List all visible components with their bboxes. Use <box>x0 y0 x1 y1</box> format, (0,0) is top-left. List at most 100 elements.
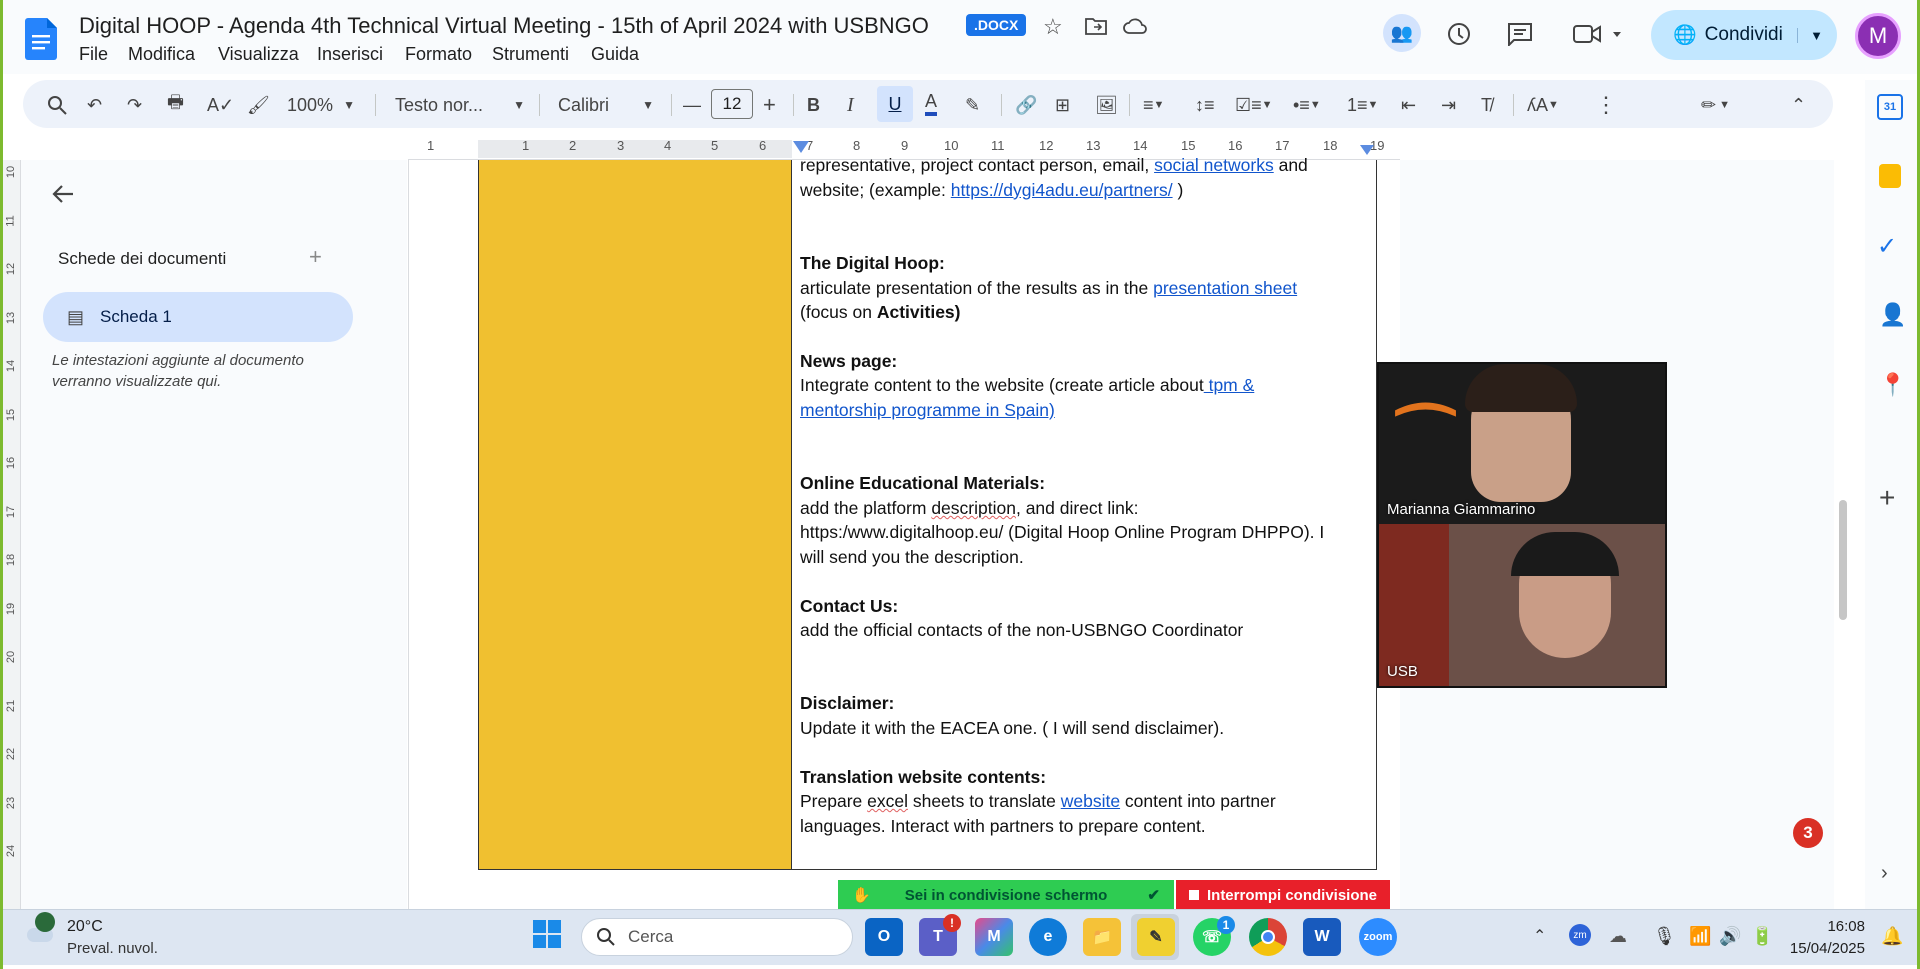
file-explorer-icon[interactable]: 📁 <box>1083 918 1121 956</box>
font-select[interactable]: Calibri ▼ <box>558 90 654 120</box>
print-icon[interactable]: 🖶 <box>167 90 184 120</box>
add-addon-icon[interactable]: + <box>1879 482 1895 514</box>
back-arrow-icon[interactable] <box>51 182 75 206</box>
italic-icon[interactable]: I <box>847 90 854 120</box>
underline-icon[interactable]: U <box>877 86 913 122</box>
wifi-icon[interactable]: 📶 <box>1689 926 1711 947</box>
m365-icon[interactable]: M <box>975 918 1013 956</box>
onedrive-icon[interactable]: ☁ <box>1609 926 1627 947</box>
keep-icon[interactable] <box>1879 164 1901 188</box>
comments-icon[interactable] <box>1507 22 1533 46</box>
sticky-notes-icon[interactable]: ✎ <box>1137 918 1175 956</box>
battery-icon[interactable]: 🔋 <box>1751 926 1773 947</box>
zoom-icon[interactable]: zoom <box>1359 918 1397 956</box>
word-icon[interactable]: W <box>1303 918 1341 956</box>
windows-start-icon[interactable] <box>533 920 561 948</box>
tasks-icon[interactable]: ✓ <box>1877 232 1897 261</box>
share-button[interactable]: 🌐 Condividi ▼ <box>1651 10 1837 60</box>
menu-modifica[interactable]: Modifica <box>128 44 195 65</box>
website-link[interactable]: website <box>1061 791 1120 811</box>
bold-icon[interactable]: B <box>807 90 820 120</box>
editing-mode-icon[interactable]: ✏ ▼ <box>1701 90 1730 120</box>
notifications-bell-icon[interactable]: 🔔 <box>1881 926 1903 947</box>
zoom-select[interactable]: 100% ▼ <box>287 90 355 120</box>
clock-time[interactable]: 16:08 <box>1801 918 1865 935</box>
taskbar-search[interactable]: Cerca <box>581 918 853 956</box>
font-size-input[interactable]: 12 <box>711 89 753 119</box>
line-spacing-icon[interactable]: ↕≡ <box>1195 90 1215 120</box>
expand-panel-icon[interactable]: › <box>1881 862 1888 885</box>
paint-format-icon[interactable]: 🖌 <box>247 90 270 120</box>
spellcheck-icon[interactable]: A✓ <box>207 90 234 120</box>
insert-image-icon[interactable]: 🖼 <box>1095 90 1118 120</box>
tray-chevron-icon[interactable]: ⌃ <box>1533 926 1546 946</box>
meet-camera-icon[interactable] <box>1573 23 1623 45</box>
star-icon[interactable]: ☆ <box>1043 14 1063 40</box>
menu-inserisci[interactable]: Inserisci <box>317 44 383 65</box>
stop-sharing-button[interactable]: Interrompi condivisione <box>1176 880 1390 910</box>
document-title[interactable]: Digital HOOP - Agenda 4th Technical Virt… <box>79 13 929 39</box>
decrease-indent-icon[interactable]: ⇤ <box>1401 90 1416 120</box>
text-tools-icon[interactable]: ʎA ▼ <box>1527 90 1559 120</box>
zoom-tray-icon[interactable]: zm <box>1569 924 1591 946</box>
text-color-icon[interactable]: A <box>925 90 938 116</box>
weather-desc[interactable]: Preval. nuvol. <box>67 940 158 957</box>
microphone-icon[interactable]: 🎙 <box>1653 926 1676 947</box>
search-icon[interactable] <box>47 95 67 115</box>
avatar[interactable]: M <box>1855 13 1901 59</box>
edge-icon[interactable]: e <box>1029 918 1067 956</box>
docs-logo-icon[interactable] <box>25 18 57 60</box>
clear-formatting-icon[interactable]: T̸ <box>1481 90 1492 120</box>
calendar-icon[interactable]: 31 <box>1877 94 1903 120</box>
checklist-icon[interactable]: ☑≡ ▼ <box>1235 90 1273 120</box>
volume-icon[interactable]: 🔊 <box>1719 926 1741 947</box>
numbered-list-icon[interactable]: 1≡ ▼ <box>1347 90 1378 120</box>
maps-icon[interactable]: 📍 <box>1879 372 1906 398</box>
menu-formato[interactable]: Formato <box>405 44 472 65</box>
decrease-font-size-button[interactable]: — <box>683 90 701 120</box>
presentation-sheet-link[interactable]: presentation sheet <box>1153 278 1297 298</box>
tpm-link[interactable]: tpm & <box>1204 375 1255 395</box>
highlight-icon[interactable]: ✎ <box>965 90 980 120</box>
share-dropdown-icon[interactable]: ▼ <box>1797 27 1823 43</box>
tab-scheda-1[interactable]: ▤ Scheda 1 <box>43 292 353 342</box>
menu-file[interactable]: File <box>79 44 108 65</box>
increase-indent-icon[interactable]: ⇥ <box>1441 90 1456 120</box>
clock-date[interactable]: 15/04/2025 <box>1781 940 1865 957</box>
weather-icon[interactable] <box>25 910 55 950</box>
more-options-icon[interactable]: ⋮ <box>1595 90 1617 120</box>
contacts-icon[interactable]: 👤 <box>1879 302 1906 328</box>
section-heading: Online Educational Materials: <box>800 473 1046 493</box>
menu-guida[interactable]: Guida <box>591 44 639 65</box>
section-heading: The Digital Hoop: <box>800 253 945 273</box>
menu-strumenti[interactable]: Strumenti <box>492 44 569 65</box>
notification-badge[interactable]: 3 <box>1793 818 1823 848</box>
menu-visualizza[interactable]: Visualizza <box>218 44 299 65</box>
weather-temp[interactable]: 20°C <box>67 918 103 936</box>
redo-icon[interactable]: ↷ <box>127 90 142 120</box>
chrome-icon[interactable] <box>1249 918 1287 956</box>
cloud-status-icon[interactable] <box>1123 17 1147 35</box>
add-comment-icon[interactable]: ⊞ <box>1055 90 1070 120</box>
drag-handle-icon[interactable]: ✋ <box>852 886 871 904</box>
increase-font-size-button[interactable]: + <box>763 90 776 120</box>
meeting-icon[interactable]: 👥 <box>1383 14 1421 52</box>
collapse-menu-icon[interactable]: ⌃ <box>1791 90 1806 120</box>
outlook-icon[interactable]: O <box>865 918 903 956</box>
history-icon[interactable] <box>1445 21 1471 47</box>
social-networks-link[interactable]: social networks <box>1154 155 1274 175</box>
style-select[interactable]: Testo nor... ▼ <box>395 90 525 120</box>
font-value: Calibri <box>558 94 610 115</box>
scrollbar[interactable] <box>1839 500 1847 620</box>
align-icon[interactable]: ≡ ▼ <box>1143 90 1164 120</box>
add-tab-icon[interactable]: + <box>309 244 322 270</box>
move-folder-icon[interactable] <box>1085 16 1107 36</box>
link-icon[interactable]: 🔗 <box>1015 90 1037 120</box>
mentorship-link[interactable]: mentorship programme in Spain) <box>800 400 1055 420</box>
undo-icon[interactable]: ↶ <box>87 90 102 120</box>
screenshare-status-bar[interactable]: ✋ Sei in condivisione schermo ✔ <box>838 880 1174 910</box>
bulleted-list-icon[interactable]: •≡ ▼ <box>1293 90 1321 120</box>
search-placeholder: Cerca <box>628 927 674 946</box>
doc-line: add the official contacts of the non-USB… <box>800 620 1244 640</box>
partners-link[interactable]: https://dygi4adu.eu/partners/ <box>951 180 1173 200</box>
